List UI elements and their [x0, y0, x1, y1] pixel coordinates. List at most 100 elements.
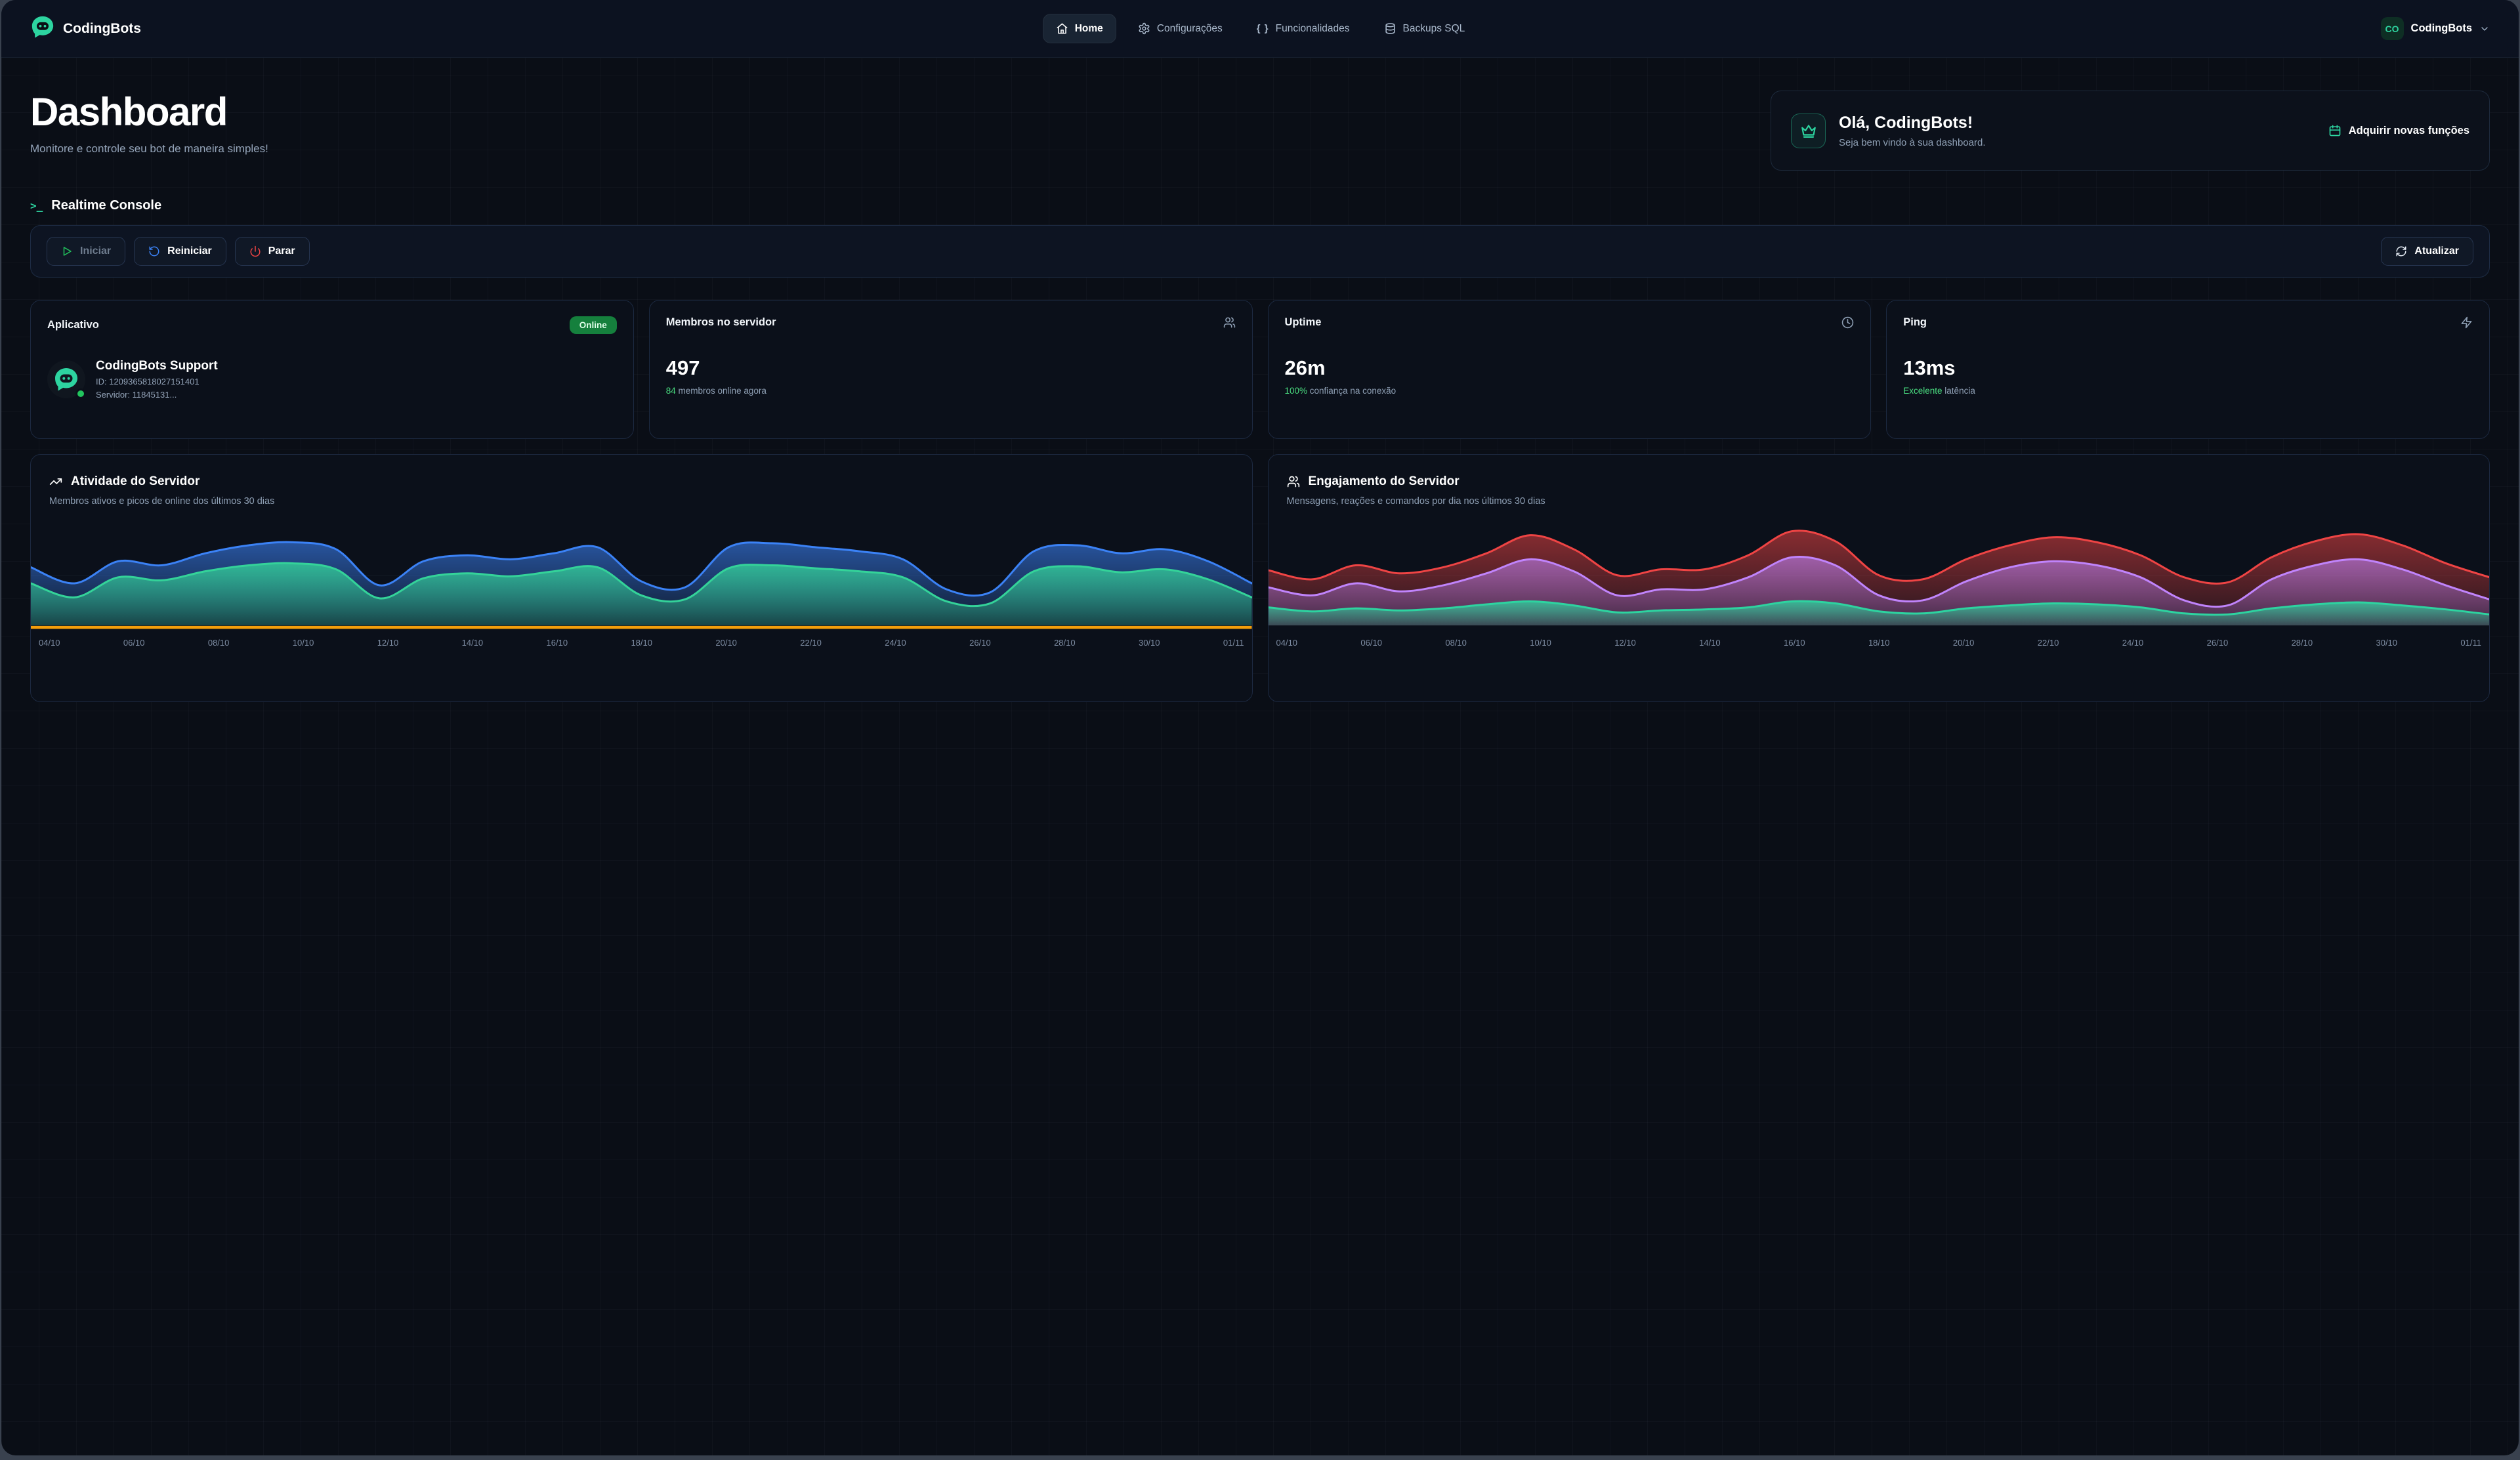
x-tick-label: 06/10	[1360, 638, 1382, 648]
welcome-title: Olá, CodingBots!	[1839, 114, 1985, 133]
bot-server: Servidor: 11845131...	[96, 390, 218, 400]
x-tick-label: 20/10	[715, 638, 737, 648]
members-card-head: Membros no servidor	[666, 316, 1236, 329]
activity-chart-subtitle: Membros ativos e picos de online dos últ…	[49, 496, 1234, 507]
clock-icon	[1841, 316, 1854, 329]
page-header: Dashboard Monitore e controle seu bot de…	[30, 87, 268, 156]
app-card: Aplicativo Online CodingBots	[30, 300, 634, 439]
refresh-button[interactable]: Atualizar	[2381, 237, 2473, 266]
page-title: Dashboard	[30, 89, 268, 135]
engagement-chart-head: Engajamento do Servidor Mensagens, reaçõ…	[1269, 474, 2490, 507]
activity-chart-plot	[31, 522, 1252, 629]
acquire-functions-label: Adquirir novas funções	[2349, 125, 2469, 137]
power-icon	[249, 245, 261, 257]
x-tick-label: 28/10	[2292, 638, 2313, 648]
users-icon	[1287, 475, 1300, 488]
x-tick-label: 22/10	[2038, 638, 2059, 648]
members-card-label: Membros no servidor	[666, 316, 776, 329]
app-card-head: Aplicativo Online	[47, 316, 617, 334]
user-name: CodingBots	[2411, 22, 2472, 35]
engagement-chart-plot	[1269, 522, 2490, 629]
console-section-header: >_ Realtime Console	[30, 198, 2490, 213]
chevron-down-icon	[2479, 24, 2490, 34]
x-tick-label: 26/10	[969, 638, 991, 648]
gear-icon	[1138, 22, 1150, 35]
x-tick-label: 26/10	[2207, 638, 2229, 648]
bot-info: CodingBots Support ID: 12093658180271514…	[96, 359, 218, 400]
x-tick-label: 14/10	[1699, 638, 1721, 648]
start-button[interactable]: Iniciar	[47, 237, 125, 266]
x-tick-label: 01/11	[1223, 638, 1244, 648]
stop-button[interactable]: Parar	[235, 237, 310, 266]
online-status-badge: Online	[570, 316, 617, 334]
stop-label: Parar	[268, 245, 295, 257]
x-tick-label: 08/10	[208, 638, 230, 648]
nav-item-backups-sql[interactable]: Backups SQL	[1372, 14, 1478, 43]
start-label: Iniciar	[80, 245, 111, 257]
page-subtitle: Monitore e controle seu bot de maneira s…	[30, 142, 268, 156]
trending-up-icon	[49, 475, 62, 488]
user-menu[interactable]: CO CodingBots	[1477, 17, 2490, 40]
x-tick-label: 30/10	[1139, 638, 1160, 648]
console-bar: Iniciar Reiniciar Parar Atualizar	[30, 225, 2490, 278]
x-tick-label: 10/10	[293, 638, 314, 648]
x-tick-label: 12/10	[377, 638, 399, 648]
nav-menu: Home Configurações { } Funcionalidades B…	[1043, 14, 1478, 43]
uptime-subtext: 100% confiança na conexão	[1285, 386, 1855, 396]
main-content: Dashboard Monitore e controle seu bot de…	[1, 58, 2519, 1455]
welcome-subtitle: Seja bem vindo à sua dashboard.	[1839, 137, 1985, 148]
charts-row: Atividade do Servidor Membros ativos e p…	[30, 454, 2490, 702]
uptime-value: 26m	[1285, 356, 1855, 380]
database-icon	[1384, 22, 1396, 35]
members-value: 497	[666, 356, 1236, 380]
ping-value: 13ms	[1903, 356, 2473, 380]
nav-item-label: Funcionalidades	[1276, 23, 1350, 35]
online-status-dot	[75, 388, 86, 399]
user-avatar: CO	[2381, 17, 2404, 40]
activity-chart-title: Atividade do Servidor	[71, 474, 200, 489]
nav-item-funcionalidades[interactable]: { } Funcionalidades	[1244, 15, 1362, 43]
braces-icon: { }	[1257, 23, 1269, 34]
uptime-card-head: Uptime	[1285, 316, 1855, 329]
uptime-card: Uptime 26m 100% confiança na conexão	[1268, 300, 1872, 439]
engagement-chart-card: Engajamento do Servidor Mensagens, reaçõ…	[1268, 454, 2490, 702]
header-row: Dashboard Monitore e controle seu bot de…	[30, 87, 2490, 171]
calendar-icon	[2328, 124, 2342, 137]
x-tick-label: 18/10	[631, 638, 652, 648]
x-tick-label: 14/10	[462, 638, 484, 648]
nav-item-label: Backups SQL	[1403, 23, 1465, 35]
restart-button[interactable]: Reiniciar	[134, 237, 226, 266]
uptime-subtext-rest: confiança na conexão	[1307, 386, 1396, 396]
x-tick-label: 18/10	[1868, 638, 1890, 648]
app-window: CodingBots Home Configurações { } Funcio…	[1, 0, 2519, 1455]
bot-avatar	[47, 360, 85, 398]
nav-left: CodingBots	[30, 14, 1043, 43]
x-tick-label: 16/10	[1784, 638, 1805, 648]
activity-chart-head: Atividade do Servidor Membros ativos e p…	[31, 474, 1252, 507]
stats-row: Aplicativo Online CodingBots	[30, 300, 2490, 439]
nav-item-label: Home	[1075, 23, 1103, 35]
zap-icon	[2460, 316, 2473, 329]
ping-card: Ping 13ms Excelente latência	[1886, 300, 2490, 439]
x-tick-label: 04/10	[1276, 638, 1298, 648]
x-tick-label: 10/10	[1530, 638, 1551, 648]
rotate-ccw-icon	[148, 245, 160, 257]
users-icon	[1223, 316, 1236, 329]
acquire-functions-button[interactable]: Adquirir novas funções	[2328, 124, 2469, 137]
x-tick-label: 06/10	[123, 638, 145, 648]
activity-chart-card: Atividade do Servidor Membros ativos e p…	[30, 454, 1253, 702]
nav-item-home[interactable]: Home	[1043, 14, 1116, 43]
activity-chart-x-axis: 04/1006/1008/1010/1012/1014/1016/1018/10…	[31, 629, 1252, 648]
uptime-percent: 100%	[1285, 386, 1308, 396]
play-icon	[61, 245, 73, 257]
app-card-label: Aplicativo	[47, 319, 99, 331]
nav-item-configuracoes[interactable]: Configurações	[1125, 14, 1235, 43]
x-tick-label: 28/10	[1054, 638, 1076, 648]
members-subtext: 84 membros online agora	[666, 386, 1236, 396]
x-tick-label: 08/10	[1445, 638, 1467, 648]
bot-id: ID: 1209365818027151401	[96, 377, 218, 386]
x-tick-label: 12/10	[1614, 638, 1636, 648]
brand[interactable]: CodingBots	[30, 14, 141, 43]
welcome-card: Olá, CodingBots! Seja bem vindo à sua da…	[1771, 91, 2490, 171]
ping-card-label: Ping	[1903, 316, 1927, 329]
